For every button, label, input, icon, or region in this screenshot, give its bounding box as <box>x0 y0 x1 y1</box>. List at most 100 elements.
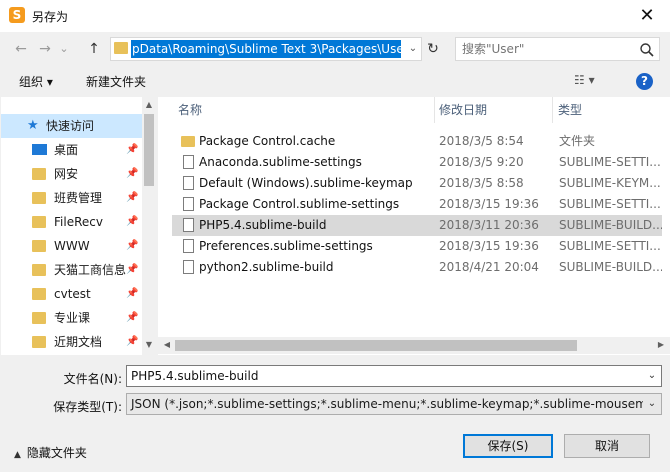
forward-arrow-icon[interactable]: → <box>35 38 55 60</box>
file-date: 2018/4/21 20:04 <box>439 260 539 274</box>
pin-icon[interactable]: 📌 <box>126 162 138 186</box>
new-folder-button[interactable]: 新建文件夹 <box>86 73 146 90</box>
scroll-right-icon[interactable]: ▶ <box>654 338 668 352</box>
filename-field[interactable]: ⌄ <box>126 365 662 387</box>
filename-dropdown-icon[interactable]: ⌄ <box>643 366 661 386</box>
filename-input[interactable] <box>127 366 661 386</box>
chevron-up-icon: ▲ <box>14 450 21 460</box>
file-type: 文件夹 <box>559 134 596 148</box>
horizontal-scroll-thumb[interactable] <box>175 340 577 351</box>
filetype-value: JSON (*.json;*.sublime-settings;*.sublim… <box>131 397 662 411</box>
file-row[interactable]: PHP5.4.sublime-build 2018/3/11 20:36 SUBLI… <box>172 215 662 236</box>
tree-item[interactable]: 近期文档 📌 <box>1 330 142 354</box>
file-row[interactable]: Preferences.sublime-settings 2018/3/15 19… <box>172 236 662 257</box>
tree-item-label: 网安 <box>54 167 79 181</box>
file-date: 2018/3/15 19:36 <box>439 239 539 253</box>
tree-item-label: 天猫工商信息 <box>54 263 127 277</box>
file-name: Package Control.sublime-settings <box>199 197 400 211</box>
column-divider[interactable] <box>434 97 435 123</box>
tree-item[interactable]: WWW 📌 <box>1 234 142 258</box>
file-list: ^ 名称 修改日期 类型 Package Control.cache 2018/3… <box>158 97 670 355</box>
file-type: SUBLIME-BUILD... <box>559 260 662 274</box>
address-path[interactable]: pData\Roaming\Sublime Text 3\Packages\Us… <box>131 40 401 58</box>
sort-indicator-icon: ^ <box>301 97 310 104</box>
tree-item[interactable]: 网安 📌 <box>1 162 142 186</box>
scroll-up-icon[interactable]: ▲ <box>142 98 156 112</box>
search-icon[interactable] <box>639 42 655 58</box>
title-bar: S 另存为 ✕ <box>0 0 670 32</box>
address-bar[interactable]: pData\Roaming\Sublime Text 3\Packages\Us… <box>110 37 422 61</box>
filename-label: 文件名(N): <box>63 372 122 386</box>
cancel-button[interactable]: 取消 <box>564 434 650 458</box>
pin-icon[interactable]: 📌 <box>126 138 138 162</box>
command-toolbar: 组织 ▾ 新建文件夹 ☷ ▾ ? <box>0 67 670 97</box>
scroll-down-icon[interactable]: ▼ <box>142 338 156 352</box>
pin-icon[interactable]: 📌 <box>126 258 138 282</box>
file-name: PHP5.4.sublime-build <box>199 218 327 232</box>
file-type: SUBLIME-KEYM... <box>559 176 661 190</box>
file-name: Default (Windows).sublime-keymap <box>199 176 413 190</box>
file-row[interactable]: Default (Windows).sublime-keymap 2018/3/5… <box>172 173 662 194</box>
hide-folders-toggle[interactable]: ▲ 隐藏文件夹 <box>14 444 87 461</box>
tree-item[interactable]: 桌面 📌 <box>1 138 142 162</box>
tree-item-label: 班费管理 <box>54 191 103 205</box>
file-row[interactable]: python2.sublime-build 2018/4/21 20:04 SUBL… <box>172 257 662 278</box>
search-box[interactable] <box>455 37 660 61</box>
address-dropdown-icon[interactable]: ⌄ <box>405 38 421 60</box>
up-arrow-icon[interactable]: ↑ <box>84 38 104 60</box>
file-date: 2018/3/5 8:54 <box>439 134 524 148</box>
tree-item-label: 近期文档 <box>54 335 103 349</box>
folder-icon <box>32 288 46 300</box>
scroll-left-icon[interactable]: ◀ <box>160 338 174 352</box>
column-divider[interactable] <box>552 97 553 123</box>
column-header-date[interactable]: 修改日期 <box>439 101 487 118</box>
pin-icon[interactable]: 📌 <box>126 306 138 330</box>
folder-icon <box>32 216 46 228</box>
file-row[interactable]: Package Control.sublime-settings 2018/3/1… <box>172 194 662 215</box>
folder-icon <box>32 336 46 348</box>
file-icon <box>183 218 194 232</box>
tree-item[interactable]: ★ 快速访问 <box>1 114 142 138</box>
folder-icon <box>32 264 46 276</box>
refresh-icon[interactable]: ↻ <box>424 37 442 61</box>
save-button[interactable]: 保存(S) <box>463 434 553 458</box>
file-name: Preferences.sublime-settings <box>199 239 373 253</box>
tree-item[interactable]: 天猫工商信息 📌 <box>1 258 142 282</box>
filetype-select[interactable]: JSON (*.json;*.sublime-settings;*.sublim… <box>126 393 662 415</box>
tree-item-label: FileRecv <box>54 215 103 229</box>
filetype-dropdown-icon[interactable]: ⌄ <box>643 394 661 414</box>
view-options-icon[interactable]: ☷ ▾ <box>574 73 595 87</box>
recent-locations-dropdown-icon[interactable]: ⌄ <box>56 38 72 60</box>
pin-icon[interactable]: 📌 <box>126 282 138 306</box>
file-row[interactable]: Anaconda.sublime-settings 2018/3/5 9:20 SU… <box>172 152 662 173</box>
tree-item[interactable]: 专业课 📌 <box>1 306 142 330</box>
sublime-app-icon: S <box>9 7 25 23</box>
tree-item[interactable]: FileRecv 📌 <box>1 210 142 234</box>
tree-item-label: 快速访问 <box>46 119 95 133</box>
pin-icon[interactable]: 📌 <box>126 210 138 234</box>
tree-item-label: 专业课 <box>54 311 91 325</box>
file-name: Anaconda.sublime-settings <box>199 155 362 169</box>
file-name: python2.sublime-build <box>199 260 334 274</box>
file-type: SUBLIME-BUILD... <box>559 218 662 232</box>
back-arrow-icon[interactable]: ← <box>11 38 31 60</box>
pin-icon[interactable]: 📌 <box>126 234 138 258</box>
folder-icon <box>114 42 128 54</box>
column-header-name[interactable]: 名称 <box>178 101 202 118</box>
search-input[interactable] <box>456 38 636 60</box>
organize-button[interactable]: 组织 ▾ <box>19 73 53 90</box>
close-icon[interactable]: ✕ <box>624 0 670 32</box>
file-icon <box>183 176 194 190</box>
file-icon <box>183 155 194 169</box>
tree-item[interactable]: 班费管理 📌 <box>1 186 142 210</box>
column-header-type[interactable]: 类型 <box>558 101 582 118</box>
folder-icon <box>32 168 46 180</box>
tree-scroll-thumb[interactable] <box>144 114 154 186</box>
pin-icon[interactable]: 📌 <box>126 330 138 354</box>
file-icon <box>183 197 194 211</box>
file-date: 2018/3/5 8:58 <box>439 176 524 190</box>
help-icon[interactable]: ? <box>636 73 653 90</box>
pin-icon[interactable]: 📌 <box>126 186 138 210</box>
tree-item[interactable]: cvtest 📌 <box>1 282 142 306</box>
file-row[interactable]: Package Control.cache 2018/3/5 8:54 文件夹 <box>172 131 662 152</box>
